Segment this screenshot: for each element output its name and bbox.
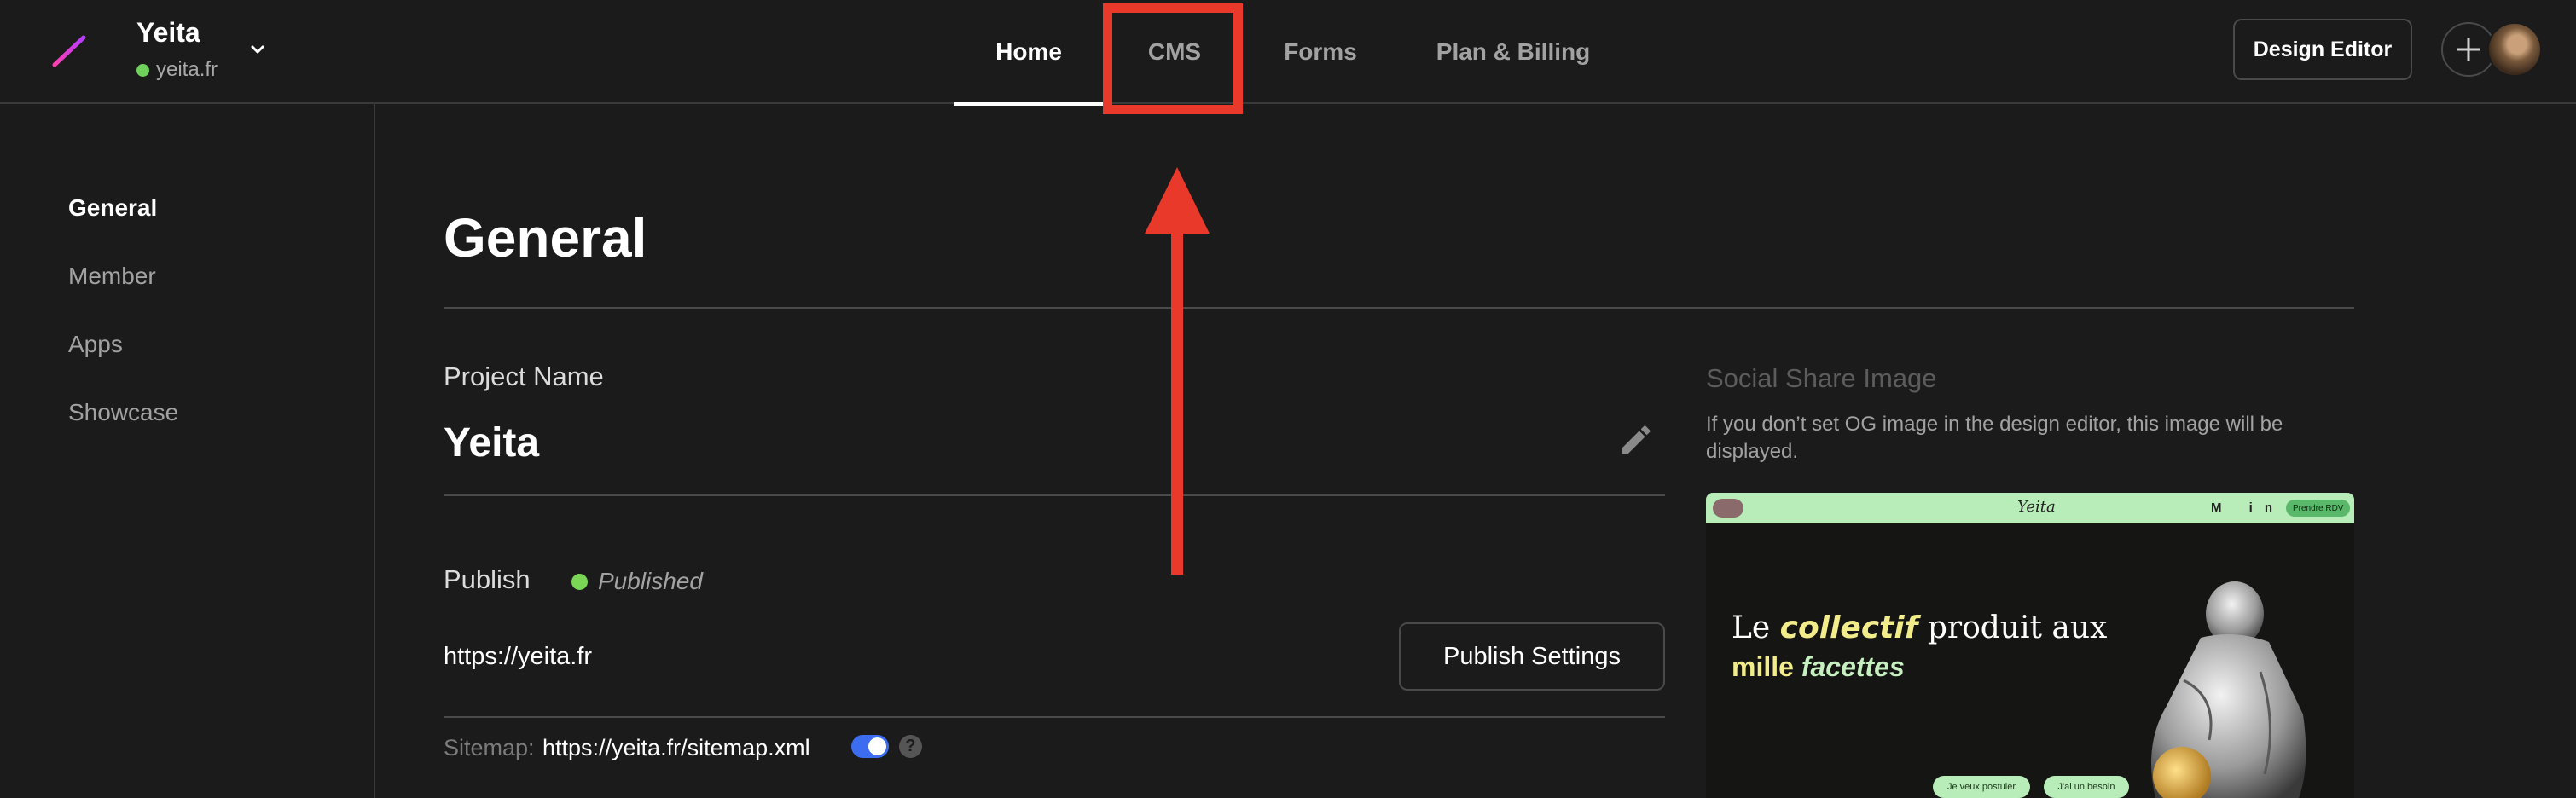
project-name[interactable]: Yeita	[136, 17, 200, 49]
og-preview-subheadline: mille facettes	[1732, 651, 1905, 683]
og-preview-logo	[1713, 499, 1743, 518]
publish-divider	[444, 716, 1665, 718]
main-nav: Home CMS Forms Plan & Billing	[954, 0, 1631, 106]
og-preview-header: Yeita M in ✕ Prendre RDV	[1706, 493, 2354, 523]
publish-settings-button[interactable]: Publish Settings	[1399, 622, 1665, 691]
project-domain: yeita.fr	[136, 58, 218, 82]
og-preview-apply-pill: Je veux postuler	[1933, 776, 2030, 798]
published-url[interactable]: https://yeita.fr	[444, 643, 592, 671]
annotation-arrow-icon	[1145, 167, 1210, 575]
sidebar-item-member[interactable]: Member	[68, 263, 156, 290]
project-domain-label: yeita.fr	[156, 58, 218, 81]
sitemap-toggle[interactable]	[851, 735, 889, 758]
og-preview-brand: Yeita	[2017, 498, 2056, 516]
slash-logo-icon[interactable]	[49, 31, 90, 72]
og-subheadline-part1: mille	[1732, 651, 1801, 682]
tab-forms[interactable]: Forms	[1245, 0, 1395, 104]
chevron-down-icon[interactable]	[247, 39, 268, 60]
project-name-label: Project Name	[444, 361, 604, 391]
title-divider	[444, 307, 2354, 309]
og-subheadline-em: facettes	[1801, 651, 1905, 682]
page-title: General	[444, 207, 647, 269]
social-share-description: If you don’t set OG image in the design …	[1706, 413, 2283, 463]
plus-icon	[2457, 38, 2480, 61]
publish-status-text: Published	[598, 568, 703, 594]
sidebar-item-apps[interactable]: Apps	[68, 331, 123, 358]
avatar[interactable]	[2487, 22, 2542, 77]
publish-label: Publish	[444, 564, 531, 594]
sidebar-item-showcase[interactable]: Showcase	[68, 399, 178, 426]
project-name-divider	[444, 494, 1665, 496]
og-headline-part2: produit aux	[1917, 610, 2108, 645]
og-headline-em: collectif	[1779, 610, 1918, 645]
top-bar: Yeita yeita.fr Home CMS Forms Plan & Bil…	[0, 0, 2576, 106]
published-status-dot	[571, 573, 588, 590]
pencil-icon[interactable]	[1617, 421, 1655, 459]
project-name-value: Yeita	[444, 420, 540, 466]
tab-plan-billing[interactable]: Plan & Billing	[1395, 0, 1631, 104]
og-preview-cta: Prendre RDV	[2286, 500, 2351, 517]
help-icon[interactable]: ?	[899, 735, 922, 758]
tab-home[interactable]: Home	[954, 0, 1104, 106]
social-share-title: Social Share Image	[1706, 363, 1937, 393]
online-status-dot	[136, 63, 149, 77]
og-preview-need-pill: J'ai un besoin	[2044, 776, 2129, 798]
design-editor-button[interactable]: Design Editor	[2233, 19, 2412, 80]
og-headline-part1: Le	[1732, 610, 1780, 645]
publish-status: Published	[571, 568, 703, 595]
sitemap-label: Sitemap:	[444, 735, 535, 760]
tab-cms[interactable]: CMS	[1104, 0, 1245, 104]
settings-sidebar: General Member Apps Showcase	[0, 104, 375, 798]
statue-image	[2151, 581, 2306, 798]
og-image-preview[interactable]: Yeita M in ✕ Prendre RDV Le collectif pr…	[1706, 493, 2354, 798]
sidebar-item-general[interactable]: General	[68, 194, 157, 222]
og-preview-headline: Le collectif produit aux	[1732, 610, 2107, 645]
sitemap-url[interactable]: https://yeita.fr/sitemap.xml	[542, 735, 810, 761]
